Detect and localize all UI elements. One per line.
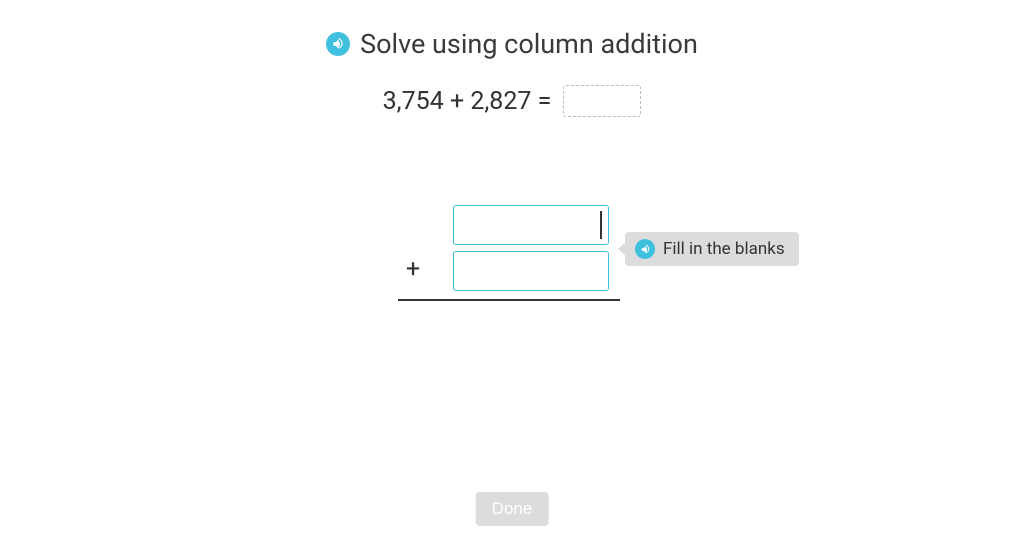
hint-text: Fill in the blanks xyxy=(663,239,785,259)
equation-text: 3,754 + 2,827 = xyxy=(383,87,552,116)
sum-line xyxy=(398,299,620,301)
audio-icon[interactable] xyxy=(635,239,655,259)
plus-sign: + xyxy=(406,255,420,284)
audio-icon[interactable] xyxy=(326,32,350,56)
hint-tooltip: Fill in the blanks xyxy=(625,232,799,266)
answer-placeholder-box xyxy=(563,85,641,117)
text-cursor xyxy=(600,211,602,239)
addend-input-2[interactable] xyxy=(453,251,609,291)
done-button[interactable]: Done xyxy=(476,492,549,526)
equation-row: 3,754 + 2,827 = xyxy=(0,85,1024,117)
addend-input-1[interactable] xyxy=(453,205,609,245)
instruction-title: Solve using column addition xyxy=(360,28,698,60)
instruction-header: Solve using column addition xyxy=(0,28,1024,60)
